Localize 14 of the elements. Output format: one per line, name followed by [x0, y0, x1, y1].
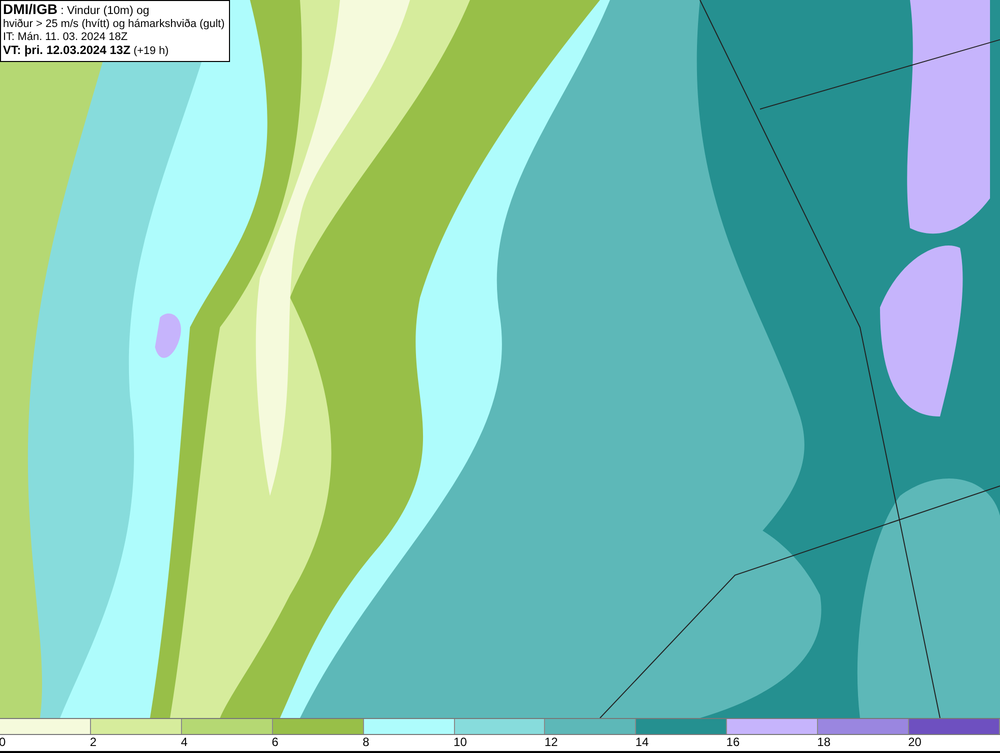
- legend-tick-label: 8: [362, 735, 370, 751]
- info-text: hviður > 25 m/s (hvítt) og hámarkshviða (gult): [3, 18, 225, 31]
- legend-tick-label: 14: [635, 735, 649, 751]
- legend-tick-label: 6: [272, 735, 278, 751]
- legend-tick-label: 2: [90, 735, 97, 751]
- info-text: DMI/IGB : Vindur (10m) og: [3, 3, 150, 18]
- legend-tick-label: 16: [726, 735, 740, 751]
- legend-tick-label: 20: [908, 735, 922, 751]
- legend-tick-label: 4: [180, 735, 188, 751]
- info-text: IT: Mán. 11. 03. 2024 18Z: [3, 31, 129, 44]
- legend-tick-label: 18: [817, 735, 831, 751]
- legend-tick-label: 10: [454, 735, 467, 751]
- legend-tick-label: 12: [544, 735, 558, 751]
- info-text: VT: þri. 12.03.2024 13Z (+19 h): [3, 44, 170, 58]
